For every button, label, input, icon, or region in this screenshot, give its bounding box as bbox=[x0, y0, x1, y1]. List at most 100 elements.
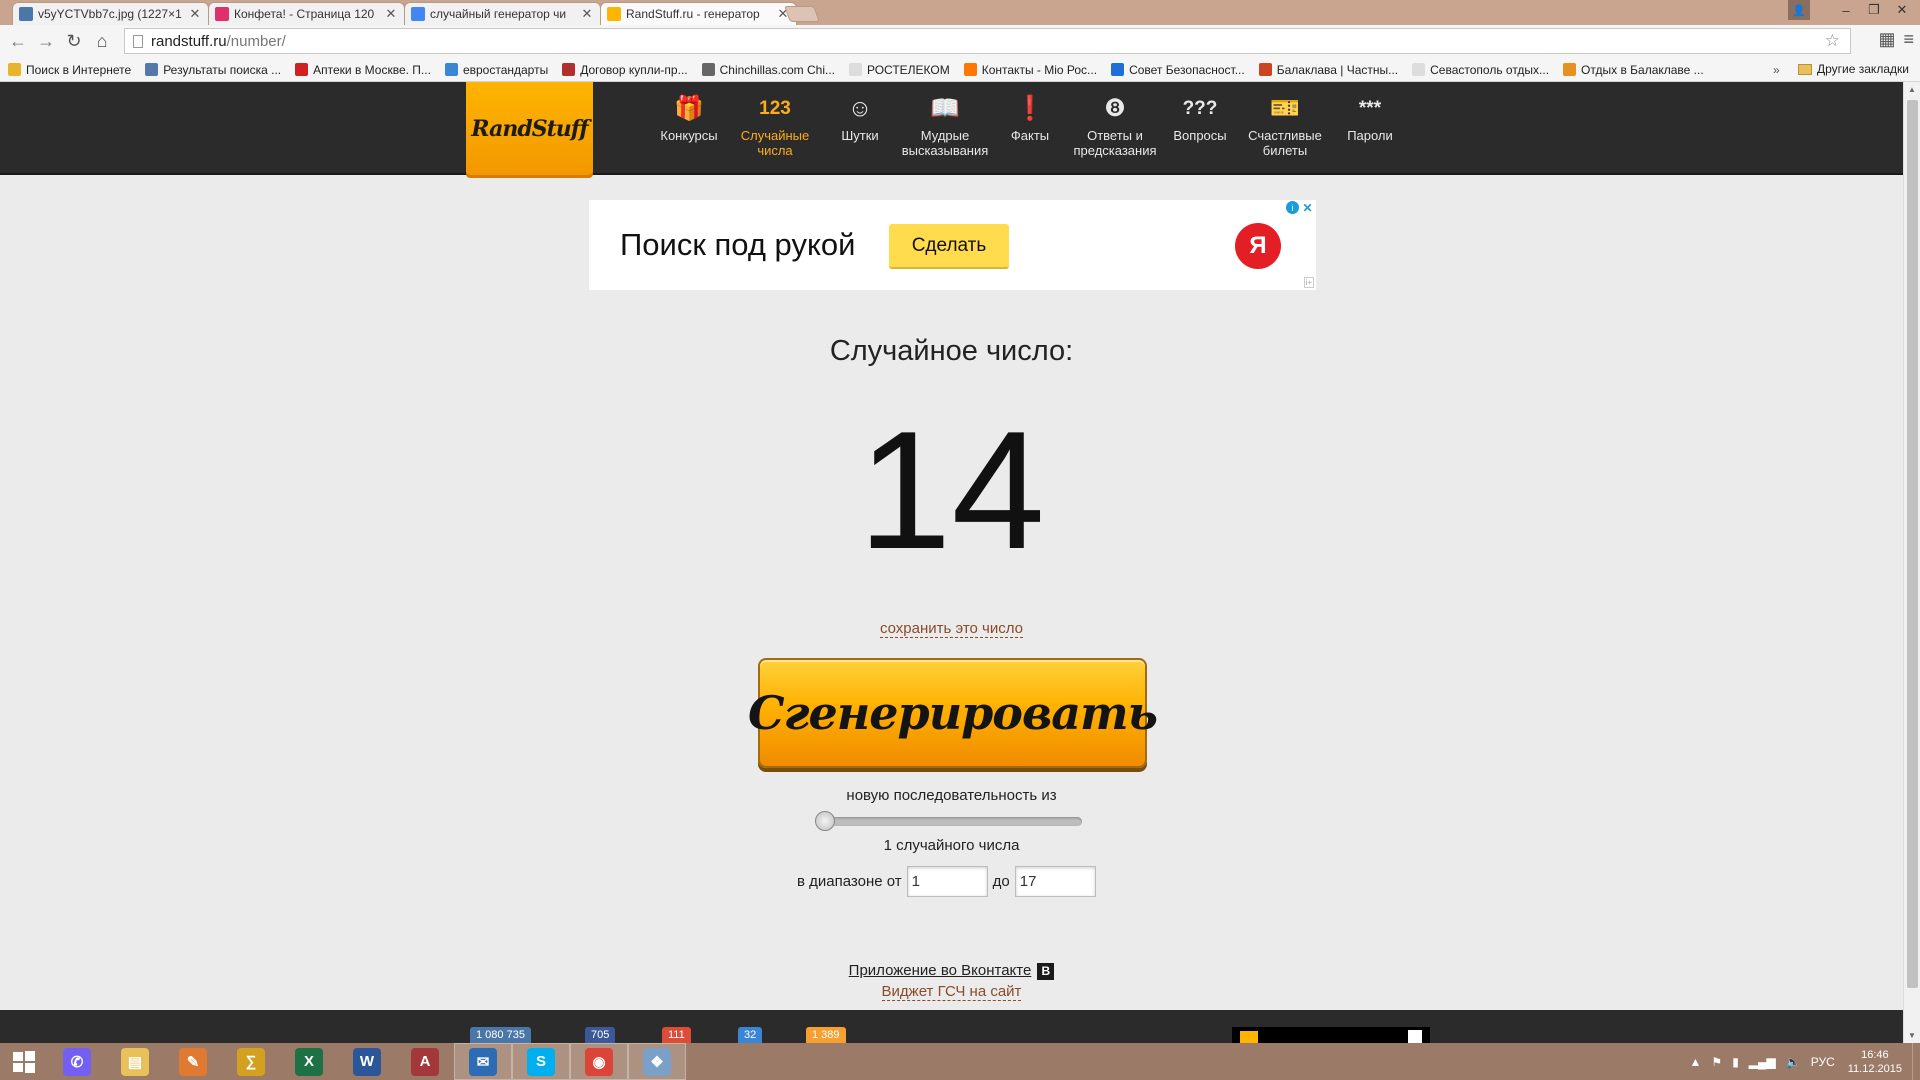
language-indicator[interactable]: РУС bbox=[1811, 1055, 1835, 1069]
access-app[interactable]: A bbox=[396, 1043, 454, 1080]
viber-app-icon: ✆ bbox=[63, 1047, 91, 1076]
bookmarks-more-button[interactable]: » bbox=[1773, 63, 1780, 77]
save-number-link[interactable]: сохранить это число bbox=[879, 620, 1024, 638]
share-counter[interactable]: 705 bbox=[585, 1027, 616, 1043]
nav-item[interactable]: ❗ Факты bbox=[985, 94, 1075, 143]
scroll-up-icon[interactable]: ▲ bbox=[1908, 85, 1916, 94]
share-counter[interactable]: 32 bbox=[738, 1027, 763, 1043]
back-icon[interactable]: ← bbox=[4, 28, 32, 56]
tab-close-icon[interactable]: ✕ bbox=[188, 6, 202, 22]
explorer-app[interactable]: ▤ bbox=[106, 1043, 164, 1080]
bookmark-item[interactable]: Chinchillas.com Chi... bbox=[701, 63, 835, 77]
system-tray: ▲ ⚑ ▮ ▂▄▆ 🔈 РУС 16:46 11.12.2015 bbox=[1685, 1043, 1920, 1080]
tab-close-icon[interactable]: ✕ bbox=[384, 6, 398, 22]
nav-item[interactable]: ☺ Шутки bbox=[815, 94, 905, 143]
scroll-down-icon[interactable]: ▼ bbox=[1908, 1031, 1916, 1040]
chrome-app-icon: ◉ bbox=[585, 1047, 613, 1076]
nav-item-label: Случайные числа bbox=[740, 128, 810, 158]
show-desktop-button[interactable] bbox=[1912, 1043, 1920, 1080]
nav-item[interactable]: ??? Вопросы bbox=[1155, 94, 1245, 144]
range-from-input[interactable] bbox=[906, 866, 988, 897]
bookmark-item[interactable]: Поиск в Интернете bbox=[8, 63, 131, 77]
paint-app[interactable]: ✎ bbox=[164, 1043, 222, 1080]
browser-tab[interactable]: RandStuff.ru - генератор ✕ bbox=[600, 2, 797, 25]
bookmark-label: Контакты - Mio Рос... bbox=[981, 62, 1098, 77]
image-viewer-app[interactable]: ❖ bbox=[628, 1043, 686, 1080]
browser-tab[interactable]: случайный генератор чи ✕ bbox=[404, 2, 601, 25]
thunderbird-app[interactable]: ✉ bbox=[454, 1043, 512, 1080]
calc-app[interactable]: ∑ bbox=[222, 1043, 280, 1080]
share-counter[interactable]: 1 080 735 bbox=[470, 1027, 531, 1043]
forward-icon[interactable]: → bbox=[32, 28, 60, 56]
scrollbar-thumb[interactable] bbox=[1907, 100, 1918, 988]
bookmark-item[interactable]: РОСТЕЛЕКОМ bbox=[848, 63, 950, 77]
other-bookmarks[interactable]: Другие закладки bbox=[1798, 62, 1909, 76]
randstuff-logo[interactable]: RandStuff bbox=[466, 82, 593, 175]
word-app[interactable]: W bbox=[338, 1043, 396, 1080]
browser-tab-strip: v5yYCTVbb7c.jpg (1227×1 ✕ Конфета! - Стран… bbox=[0, 0, 1920, 25]
nav-item[interactable]: 🎁 Конкурсы bbox=[644, 94, 734, 143]
chrome-app[interactable]: ◉ bbox=[570, 1043, 628, 1080]
bookmark-item[interactable]: Результаты поиска ... bbox=[145, 63, 281, 77]
vk-icon[interactable]: В bbox=[1037, 962, 1055, 980]
menu-icon[interactable]: ≡ bbox=[1903, 29, 1914, 50]
close-window-icon[interactable]: ✕ bbox=[1888, 0, 1916, 20]
slider-handle[interactable] bbox=[815, 811, 835, 831]
nav-item[interactable]: 🎫 Счастливые билеты bbox=[1240, 94, 1330, 158]
reload-icon[interactable]: ↻ bbox=[60, 28, 88, 56]
generate-button[interactable]: Сгенерировать bbox=[748, 658, 1158, 768]
vk-widget[interactable] bbox=[1232, 1027, 1430, 1043]
network-icon[interactable]: ▂▄▆ bbox=[1749, 1055, 1776, 1069]
bookmark-item[interactable]: евростандарты bbox=[444, 63, 548, 77]
power-icon[interactable]: ▮ bbox=[1732, 1055, 1739, 1069]
ad-button[interactable]: Сделать bbox=[889, 224, 1009, 269]
tray-expand-icon[interactable]: ▲ bbox=[1690, 1055, 1702, 1069]
nav-item[interactable]: 123 Случайные числа bbox=[730, 94, 820, 159]
nav-item[interactable]: *** Пароли bbox=[1325, 94, 1415, 144]
result-heading: Случайное число: bbox=[829, 335, 1074, 367]
share-counter[interactable]: 111 bbox=[662, 1027, 691, 1043]
nav-item-label: Пароли bbox=[1347, 128, 1393, 143]
nav-item[interactable]: 📖 Мудрые высказывания bbox=[900, 94, 990, 158]
bookmark-item[interactable]: Балаклава | Частны... bbox=[1258, 63, 1398, 77]
book-icon: 📖 bbox=[930, 94, 960, 122]
viber-app[interactable]: ✆ bbox=[48, 1043, 106, 1080]
bookmark-item[interactable]: Контакты - Mio Рос... bbox=[963, 62, 1098, 77]
bookmark-favicon-icon bbox=[1412, 63, 1426, 76]
range-to-input[interactable] bbox=[1014, 866, 1096, 897]
widget-link[interactable]: Виджет ГСЧ на сайт bbox=[881, 983, 1022, 1001]
restore-icon[interactable]: ❐ bbox=[1860, 0, 1888, 20]
bookmark-item[interactable]: Договор купли-пр... bbox=[562, 63, 688, 77]
bookmark-item[interactable]: Аптеки в Москве. П... bbox=[295, 63, 431, 77]
minimize-icon[interactable]: – bbox=[1832, 0, 1860, 20]
browser-tab[interactable]: Конфета! - Страница 120 ✕ bbox=[208, 2, 405, 25]
yandex-logo-icon: Я bbox=[1235, 223, 1281, 269]
ad-close-icon[interactable]: ✕ bbox=[1301, 201, 1314, 215]
clock[interactable]: 16:46 11.12.2015 bbox=[1848, 1048, 1902, 1076]
skype-app[interactable]: S bbox=[512, 1043, 570, 1080]
bookmark-item[interactable]: Совет Безопасност... bbox=[1111, 63, 1245, 77]
bookmark-star-icon[interactable]: ☆ bbox=[1825, 31, 1840, 51]
count-slider[interactable] bbox=[815, 811, 1082, 831]
tab-close-icon[interactable]: ✕ bbox=[580, 6, 594, 22]
page-scrollbar[interactable]: ▲ ▼ bbox=[1903, 82, 1920, 1043]
volume-icon[interactable]: 🔈 bbox=[1786, 1055, 1801, 1069]
bookmark-label: Совет Безопасност... bbox=[1129, 62, 1245, 77]
nav-item[interactable]: ❽ Ответы и предсказания bbox=[1070, 94, 1160, 158]
flag-icon[interactable]: ⚑ bbox=[1711, 1055, 1722, 1069]
browser-tab[interactable]: v5yYCTVbb7c.jpg (1227×1 ✕ bbox=[12, 2, 209, 25]
widget-link-row: Виджет ГСЧ на сайт bbox=[0, 983, 1903, 1001]
bookmark-item[interactable]: Отдых в Балаклаве ... bbox=[1563, 63, 1704, 77]
bookmark-item[interactable]: Севастополь отдых... bbox=[1412, 63, 1549, 77]
home-icon[interactable]: ⌂ bbox=[88, 28, 116, 56]
new-tab-button[interactable] bbox=[784, 6, 820, 22]
excel-app[interactable]: X bbox=[280, 1043, 338, 1080]
user-profile-icon[interactable]: 👤 bbox=[1788, 0, 1810, 20]
address-bar[interactable]: randstuff.ru/number/ ☆ bbox=[124, 28, 1851, 54]
yandex-ad-banner[interactable]: Поиск под рукой Сделать Я i ✕ i+ bbox=[589, 200, 1316, 290]
start-button[interactable] bbox=[0, 1043, 48, 1080]
extension-icon[interactable]: ▦ bbox=[1878, 29, 1895, 50]
share-counter[interactable]: 1 389 bbox=[806, 1027, 846, 1043]
ad-info-icon[interactable]: i bbox=[1286, 201, 1299, 214]
vk-app-link[interactable]: Приложение во Вконтакте bbox=[849, 962, 1032, 979]
